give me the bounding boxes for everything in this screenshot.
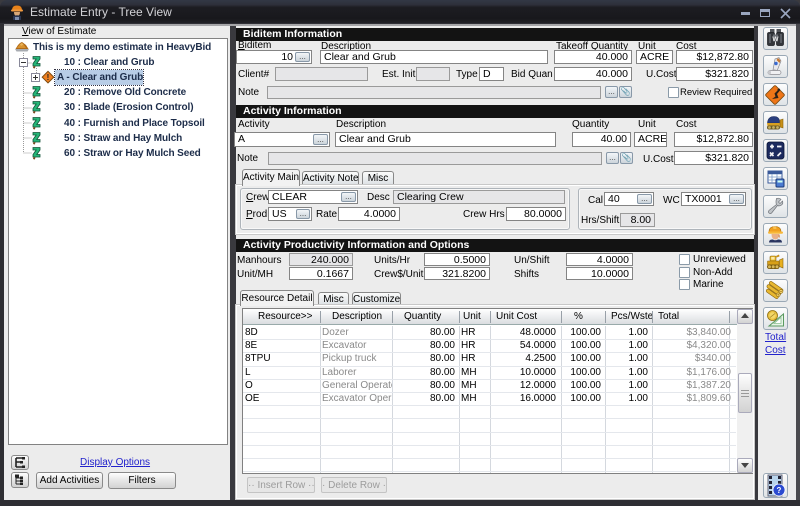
svg-text:!: ! <box>47 73 50 82</box>
svg-text:W: W <box>772 36 779 43</box>
svg-text:?: ? <box>777 486 782 495</box>
